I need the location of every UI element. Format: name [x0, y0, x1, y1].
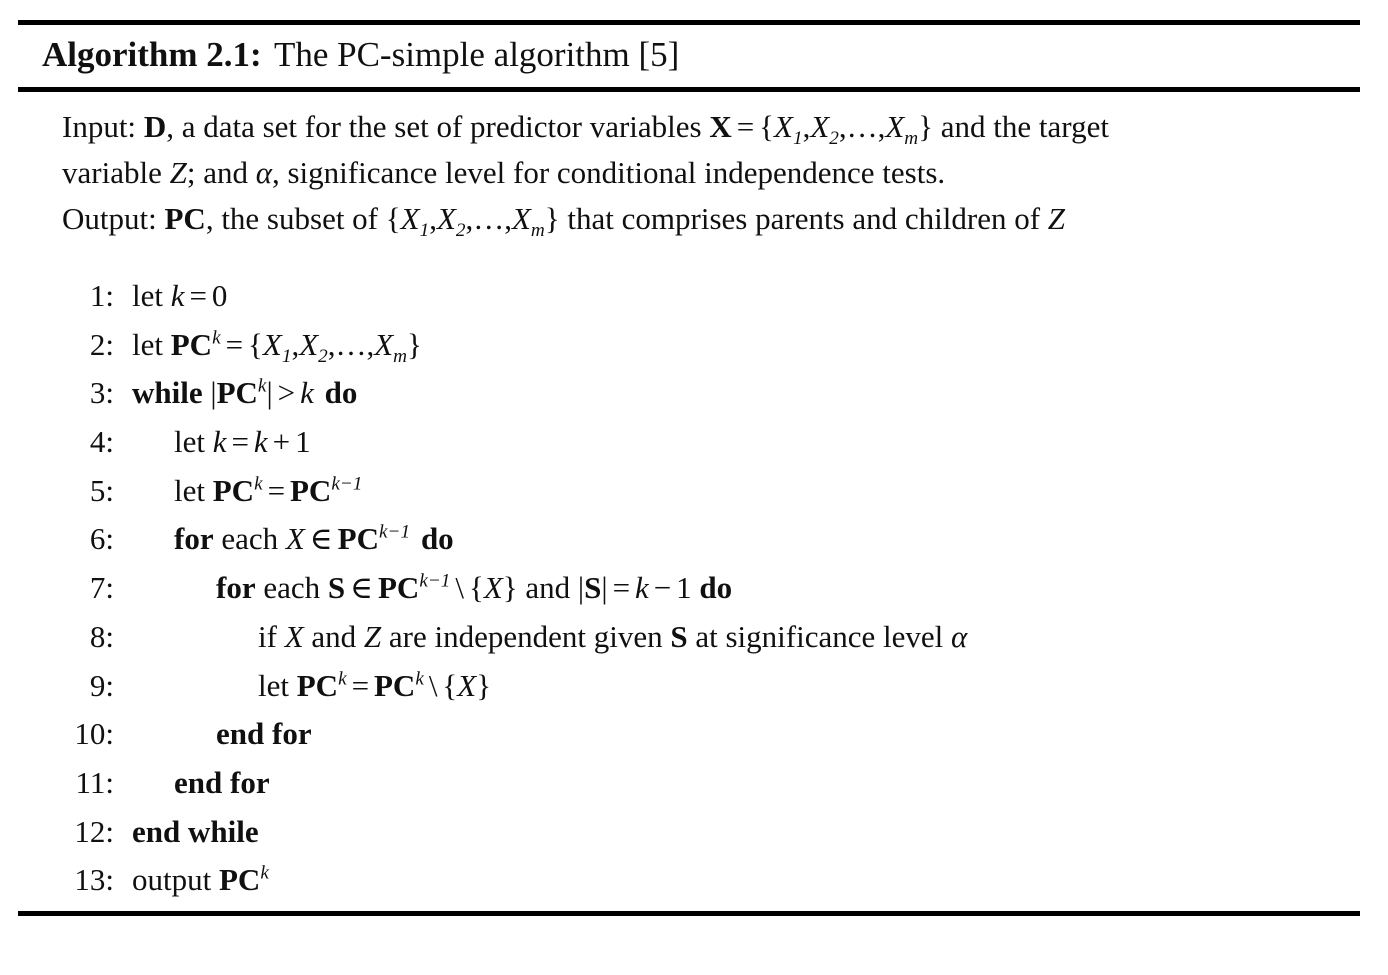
algorithm-caption-label: Algorithm 2.1: [42, 35, 262, 74]
step-number-6: 6: [89, 521, 114, 557]
step-row-10: 10: end for [18, 716, 1360, 765]
step-body-10: end for [216, 716, 312, 752]
step-body-4: let k = k +1 [174, 424, 311, 460]
algorithm-caption: Algorithm 2.1: The PC-simple algorithm [… [18, 25, 1360, 87]
step-body-9: let PCk = PCk \ {X} [258, 667, 492, 703]
step-row-12: 12: end while [18, 814, 1360, 863]
step-row-5: 5: let PCk = PCk−1 [18, 473, 1360, 522]
algorithm-box: Algorithm 2.1: The PC-simple algorithm [… [18, 20, 1360, 916]
step-body-1: let k = 0 [132, 278, 228, 313]
io-block: Input: D, a data set for the set of pred… [18, 92, 1360, 242]
step-row-3: 3: while |PCk| > k do [18, 375, 1360, 424]
step-number-13: 13: [74, 862, 114, 898]
step-number-5: 5: [89, 472, 114, 508]
step-row-6: 6: for each X ∈ PCk−1 do [18, 521, 1360, 570]
step-number-8: 8: [89, 618, 114, 654]
step-number-3: 3: [89, 375, 114, 411]
step-row-1: 1: let k = 0 [18, 278, 1360, 327]
step-row-4: 4: let k = k +1 [18, 424, 1360, 473]
step-row-8: 8: if X and Z are independent given S at… [18, 619, 1360, 668]
algorithm-steps: 1: let k = 0 2: let PCk = {X1,X2,…,Xm} 3: wh… [18, 278, 1360, 911]
step-row-2: 2: let PCk = {X1,X2,…,Xm} [18, 327, 1360, 376]
algorithm-caption-title: The PC-simple algorithm [5] [273, 35, 680, 74]
step-row-7: 7: for each S ∈ PCk−1 \ {X} and |S| = k −1 do [18, 570, 1360, 619]
step-body-8: if X and Z are independent given S at si… [258, 618, 968, 654]
step-body-7: for each S ∈ PCk−1 \ {X} and |S| = k −1 do [216, 570, 733, 606]
step-number-2: 2: [89, 326, 114, 362]
output-line: Output: PC, the subset of {X1,X2,…,Xm} t… [62, 201, 1066, 242]
step-body-11: end for [174, 764, 270, 800]
input-line-1: Input: D, a data set for the set of pred… [62, 109, 1109, 150]
step-row-9: 9: let PCk = PCk \ {X} [18, 668, 1360, 717]
input-line-2: variable Z; and α, significance level fo… [62, 155, 946, 190]
bottom-rule [18, 910, 1360, 916]
step-body-2: let PCk = {X1,X2,…,Xm} [132, 326, 422, 367]
step-number-12: 12: [74, 813, 114, 849]
step-body-6: for each X ∈ PCk−1 do [174, 521, 454, 557]
step-body-3: while |PCk| > k do [132, 375, 358, 411]
step-number-11: 11: [75, 764, 114, 800]
step-number-9: 9: [89, 667, 114, 703]
step-body-5: let PCk = PCk−1 [174, 472, 363, 508]
step-body-13: output PCk [132, 862, 269, 898]
step-number-10: 10: [74, 716, 114, 752]
step-row-13: 13: output PCk [18, 862, 1360, 911]
step-body-12: end while [132, 813, 259, 849]
step-number-4: 4: [89, 424, 114, 460]
step-number-7: 7: [89, 570, 114, 606]
step-row-11: 11: end for [18, 765, 1360, 814]
step-number-1: 1: [89, 278, 114, 313]
